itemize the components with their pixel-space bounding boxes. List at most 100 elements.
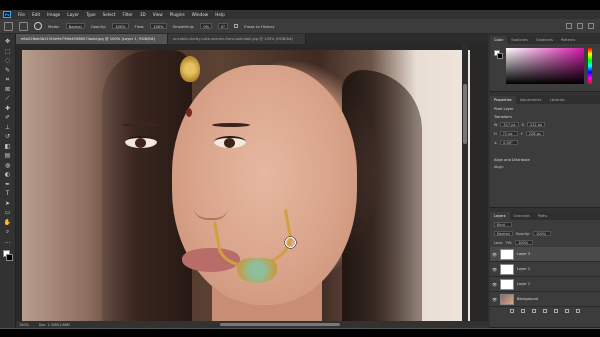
- crop-tool-icon[interactable]: ⌗: [4, 76, 12, 83]
- x-field[interactable]: 212 px: [526, 122, 546, 127]
- visibility-eye-icon[interactable]: 👁: [492, 297, 497, 302]
- menu-filter[interactable]: Filter: [122, 12, 132, 17]
- color-swatches[interactable]: [2, 250, 13, 261]
- tab-properties[interactable]: Properties: [490, 96, 516, 104]
- layer-row[interactable]: 👁 Layer 2: [490, 262, 600, 277]
- horizontal-scrollbar[interactable]: [220, 323, 340, 326]
- menu-file[interactable]: File: [18, 12, 25, 17]
- menu-layer[interactable]: Layer: [67, 12, 79, 17]
- path-select-tool-icon[interactable]: ➤: [4, 200, 12, 207]
- eraser-tool-icon[interactable]: [19, 21, 28, 31]
- mode-select[interactable]: Normal: [65, 23, 85, 29]
- eraser-tool-icon[interactable]: ◧: [4, 143, 12, 150]
- layer-opacity-label: Opacity:: [515, 231, 531, 236]
- erase-history-checkbox[interactable]: [234, 24, 239, 28]
- type-tool-icon[interactable]: T: [4, 190, 12, 197]
- menu-plugins[interactable]: Plugins: [170, 12, 185, 17]
- healing-tool-icon[interactable]: ✚: [4, 105, 12, 112]
- gradient-tool-icon[interactable]: ▤: [4, 152, 12, 159]
- history-brush-tool-icon[interactable]: ↺: [4, 133, 12, 140]
- width-field[interactable]: 517 px: [500, 122, 519, 127]
- vertical-scrollbar[interactable]: [462, 44, 468, 322]
- brush-tool-icon[interactable]: ✐: [4, 114, 12, 121]
- blur-tool-icon[interactable]: ◍: [4, 162, 12, 169]
- tab-color[interactable]: Color: [490, 36, 508, 44]
- panel-background-swatch[interactable]: [497, 53, 503, 59]
- hand-tool-icon[interactable]: ✋: [4, 219, 12, 226]
- menu-3d[interactable]: 3D: [140, 12, 146, 17]
- height-field[interactable]: 72 px: [499, 131, 518, 136]
- color-picker-field[interactable]: [506, 48, 584, 84]
- more-tools-icon[interactable]: …: [4, 238, 12, 245]
- tab-paths[interactable]: Paths: [534, 212, 552, 220]
- brush-size-picker[interactable]: [34, 22, 42, 30]
- properties-panel: Properties Adjustments Libraries Pixel L…: [490, 96, 600, 208]
- angle-field[interactable]: 0.00°: [500, 140, 519, 145]
- move-tool-icon[interactable]: ✥: [4, 38, 12, 45]
- new-layer-icon[interactable]: [565, 308, 569, 313]
- color-panel: Color Swatches Gradients Patterns: [490, 36, 600, 92]
- h-label: H: [494, 131, 497, 136]
- tab-channels[interactable]: Channels: [510, 212, 534, 220]
- menu-edit[interactable]: Edit: [32, 12, 40, 17]
- visibility-eye-icon[interactable]: 👁: [492, 267, 497, 272]
- zoom-level[interactable]: 100%: [19, 323, 29, 327]
- doc-tab-2[interactable]: onceblo-shetty-cute-scenes-from-bahubali…: [168, 34, 307, 44]
- fx-icon[interactable]: [521, 308, 525, 313]
- doc-tab-active[interactable]: e6a028eb0b21f54e9e796d40566074add.jpg @ …: [16, 34, 169, 44]
- visibility-eye-icon[interactable]: 👁: [492, 282, 497, 287]
- marquee-tool-icon[interactable]: ⬚: [4, 48, 12, 55]
- smoothing-field[interactable]: 0%: [200, 23, 213, 29]
- home-icon[interactable]: [4, 21, 13, 31]
- x-label: X: [521, 122, 524, 127]
- menu-select[interactable]: Select: [103, 12, 116, 17]
- y-field[interactable]: 228 px: [525, 131, 544, 136]
- stamp-tool-icon[interactable]: ⊥: [4, 124, 12, 131]
- layer-row[interactable]: 👁 Layer 3: [490, 247, 600, 262]
- mask-icon[interactable]: [532, 308, 536, 313]
- opacity-field[interactable]: 100%: [112, 23, 129, 29]
- angle-field[interactable]: 0°: [218, 23, 229, 29]
- tab-libraries[interactable]: Libraries: [546, 96, 569, 104]
- pen-tool-icon[interactable]: ✒: [4, 181, 12, 188]
- menu-image[interactable]: Image: [47, 12, 60, 17]
- menu-view[interactable]: View: [153, 12, 163, 17]
- menu-window[interactable]: Window: [192, 12, 209, 17]
- fill-field[interactable]: 100%: [515, 240, 534, 245]
- share-icon[interactable]: [588, 23, 594, 29]
- mode-label: Mode:: [48, 23, 60, 29]
- tab-gradients[interactable]: Gradients: [532, 36, 557, 44]
- link-icon[interactable]: [510, 308, 514, 313]
- background-color[interactable]: [5, 254, 13, 261]
- tab-layers[interactable]: Layers: [490, 212, 510, 220]
- flow-field[interactable]: 100%: [150, 23, 167, 29]
- eyedropper-tool-icon[interactable]: ⟋: [4, 95, 12, 102]
- tab-patterns[interactable]: Patterns: [557, 36, 579, 44]
- frame-tool-icon[interactable]: ⊠: [4, 86, 12, 93]
- scroll-thumb[interactable]: [463, 84, 467, 144]
- quick-select-tool-icon[interactable]: ✎: [4, 67, 12, 74]
- menu-help[interactable]: Help: [215, 12, 225, 17]
- adjustment-icon[interactable]: [543, 308, 547, 313]
- search-icon[interactable]: [566, 23, 572, 29]
- group-icon[interactable]: [554, 308, 558, 313]
- shape-tool-icon[interactable]: ▭: [4, 209, 12, 216]
- layer-filter-kind[interactable]: Kind: [494, 222, 512, 227]
- layer-row[interactable]: 👁 Background: [490, 292, 600, 307]
- menu-type[interactable]: Type: [86, 12, 96, 17]
- dodge-tool-icon[interactable]: ◐: [4, 171, 12, 178]
- canvas[interactable]: [16, 44, 488, 322]
- hue-slider[interactable]: [588, 48, 592, 84]
- lasso-tool-icon[interactable]: ◌: [4, 57, 12, 64]
- layer-opacity-field[interactable]: 100%: [533, 231, 552, 236]
- flow-label: Flow:: [134, 23, 145, 29]
- zoom-tool-icon[interactable]: ⌕: [4, 228, 12, 235]
- trash-icon[interactable]: [576, 308, 580, 313]
- blend-mode-select[interactable]: Normal: [494, 231, 513, 236]
- layer-name: Layer 2: [517, 267, 531, 271]
- visibility-eye-icon[interactable]: 👁: [492, 252, 497, 257]
- layer-row[interactable]: 👁 Layer 1: [490, 277, 600, 292]
- tab-swatches[interactable]: Swatches: [507, 36, 532, 44]
- workspace-icon[interactable]: [577, 23, 583, 29]
- tab-adjustments[interactable]: Adjustments: [516, 96, 546, 104]
